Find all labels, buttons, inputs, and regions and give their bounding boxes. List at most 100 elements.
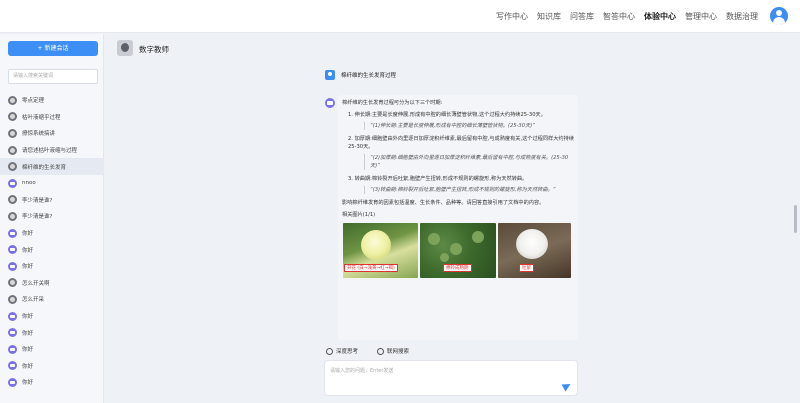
sidebar-chat-item[interactable]: 你好 xyxy=(0,324,104,341)
sidebar-chat-label: 枯叶液缩乎过程 xyxy=(22,114,61,121)
teacher-chat-icon xyxy=(8,128,17,138)
step-quote: “(3)转曲期:棉铃裂开后吐絮,胞壁产生扭转,形成不规则的螺旋形,称为天然转曲。… xyxy=(364,186,574,194)
teacher-chat-icon xyxy=(8,112,17,122)
sidebar-chat-label: 你好 xyxy=(22,247,34,254)
main-nav: 写作中心 知识库 问答库 智答中心 体验中心 管理中心 数据治理 xyxy=(496,11,758,22)
related-images-title: 相关图片(1/1) xyxy=(342,212,376,218)
bot-chat-icon xyxy=(8,377,17,387)
sidebar-chat-item[interactable]: 你好 xyxy=(0,241,104,258)
cotton-flower-image[interactable]: 开花 (白→浅黄→红→褐) xyxy=(343,223,418,278)
sidebar-chat-label: 撩惊系统搞讲 xyxy=(22,131,56,138)
sidebar-chat-item[interactable]: 怎么开采 xyxy=(0,291,104,308)
teacher-chat-icon xyxy=(8,195,17,205)
cotton-open-image[interactable]: 吐絮 xyxy=(498,223,571,278)
nav-data-governance[interactable]: 数据治理 xyxy=(726,11,758,22)
bot-chat-icon xyxy=(8,311,17,321)
sidebar-chat-item[interactable]: 李少清是谁? xyxy=(0,208,104,225)
sidebar-chat-item[interactable]: 你好 xyxy=(0,225,104,242)
answer-summary: 影响棉纤维发育的因素包括温度、生长条件、品种等。请回答直接引用了文档中的内容。 xyxy=(342,200,545,206)
sidebar-chat-label: 李少清是谁? xyxy=(22,197,53,204)
sidebar-chat-item[interactable]: 你好 xyxy=(0,358,104,375)
sidebar-chat-item[interactable]: 枯叶液缩乎过程 xyxy=(0,109,104,126)
chat-input[interactable]: 请输入您的问题，Enter发送 xyxy=(324,360,578,396)
deep-think-label: 深度思考 xyxy=(336,349,359,355)
user-icon xyxy=(325,70,335,80)
sidebar-chat-item[interactable]: 你好 xyxy=(0,308,104,325)
quote-text: “(2)加厚期:细胞壁由外向里逐日加厚淀积纤维素,最后留有中腔,与成熟度有关。(… xyxy=(370,155,569,169)
bot-chat-icon xyxy=(8,328,17,338)
teacher-chat-icon xyxy=(8,278,17,288)
deep-think-toggle[interactable]: 深度思考 xyxy=(326,347,358,355)
sidebar-chat-label: 你好 xyxy=(22,380,34,387)
step-text: 2. 加厚期:细胞壁由外向里逐日加厚淀积纤维素,最后留有中腔,与成熟度有关,这个… xyxy=(348,136,574,150)
nav-smart-answer[interactable]: 智答中心 xyxy=(603,11,635,22)
sidebar-chat-label: 你好 xyxy=(22,314,34,321)
sidebar: + 新建会话 请输入搜索关键词 零点定理枯叶液缩乎过程 撩惊系统搞讲请您述枯叶液缩… xyxy=(0,34,104,403)
bot-chat-icon xyxy=(8,178,17,188)
sidebar-chat-label: 你好 xyxy=(22,363,34,370)
sidebar-chat-item[interactable]: 请您述枯叶液缩与过程 xyxy=(0,142,104,159)
answer-step: 1. 伸长期:主要是长度伸展,形成有中腔的细长薄壁管状物,这个过程大约持续25-… xyxy=(348,111,574,130)
answer-step: 3. 转曲期:棉铃裂开后吐絮,胞壁产生扭转,形成不规则的螺旋形,称为天然转曲。 … xyxy=(348,175,574,194)
search-input[interactable]: 请输入搜索关键词 xyxy=(8,69,98,84)
sidebar-chat-label: 你好 xyxy=(22,330,34,337)
input-placeholder: 请输入您的问题，Enter发送 xyxy=(330,368,394,374)
globe-icon xyxy=(377,347,384,355)
image-caption: 开花 (白→浅黄→红→褐) xyxy=(344,264,398,272)
page-scrollbar[interactable] xyxy=(794,205,797,233)
sidebar-chat-item[interactable]: 李少清是谁? xyxy=(0,192,104,209)
user-message-row: 棉纤维的生长发育过程 xyxy=(325,70,396,80)
bot-answer: 棉纤维的生长发育过程可分为以下三个时期: 1. 伸长期:主要是长度伸展,形成有中… xyxy=(338,95,578,340)
teacher-chat-icon xyxy=(8,162,17,172)
sidebar-chat-item[interactable]: 你好 xyxy=(0,258,104,275)
related-images: 开花 (白→浅黄→红→褐) 棉铃成熟期 吐絮 xyxy=(343,223,574,278)
brain-icon xyxy=(326,347,333,355)
sidebar-chat-item[interactable]: 你好 xyxy=(0,341,104,358)
sidebar-chat-label: 怎么开关啊 xyxy=(22,280,50,287)
teacher-chat-icon xyxy=(8,145,17,155)
sidebar-chat-label: 李少清是谁? xyxy=(22,214,53,221)
step-text: 3. 转曲期:棉铃裂开后吐絮,胞壁产生扭转,形成不规则的螺旋形,称为天然转曲。 xyxy=(348,176,528,182)
bot-reply-icon xyxy=(325,98,335,108)
chat-history-list: 零点定理枯叶液缩乎过程 撩惊系统搞讲请您述枯叶液缩与过程棉纤维的生长发育 nnoo 李… xyxy=(0,92,104,391)
sidebar-chat-item[interactable]: 你好 xyxy=(0,374,104,391)
sidebar-chat-item[interactable]: nnoo xyxy=(0,175,104,192)
step-text: 1. 伸长期:主要是长度伸展,形成有中腔的细长薄壁管状物,这个过程大约持续25-… xyxy=(348,112,546,118)
sidebar-chat-label: nnoo xyxy=(22,180,36,187)
sidebar-chat-item[interactable]: 撩惊系统搞讲 xyxy=(0,125,104,142)
web-search-label: 联网搜索 xyxy=(387,349,410,355)
image-caption: 吐絮 xyxy=(519,264,534,272)
nav-writing[interactable]: 写作中心 xyxy=(496,11,528,22)
top-navbar: 写作中心 知识库 问答库 智答中心 体验中心 管理中心 数据治理 xyxy=(0,0,800,33)
bot-avatar-icon xyxy=(117,40,133,56)
nav-knowledge-base[interactable]: 知识库 xyxy=(537,11,561,22)
bot-name: 数字教师 xyxy=(139,45,169,54)
bot-chat-icon xyxy=(8,245,17,255)
sidebar-chat-item[interactable]: 怎么开关啊 xyxy=(0,275,104,292)
cotton-boll-image[interactable]: 棉铃成熟期 xyxy=(420,223,496,278)
step-quote: “(2)加厚期:细胞壁由外向里逐日加厚淀积纤维素,最后留有中腔,与成熟度有关。(… xyxy=(364,154,574,170)
answer-step: 2. 加厚期:细胞壁由外向里逐日加厚淀积纤维素,最后留有中腔,与成熟度有关,这个… xyxy=(348,135,574,170)
answer-intro: 棉纤维的生长发育过程可分为以下三个时期: xyxy=(342,100,443,106)
sidebar-chat-label: 请您述枯叶液缩与过程 xyxy=(22,148,78,155)
nav-management[interactable]: 管理中心 xyxy=(685,11,717,22)
teacher-chat-icon xyxy=(8,294,17,304)
nav-qa-library[interactable]: 问答库 xyxy=(570,11,594,22)
teacher-chat-icon xyxy=(8,95,17,105)
sidebar-chat-label: 你好 xyxy=(22,231,34,238)
bot-chat-icon xyxy=(8,361,17,371)
nav-experience-center[interactable]: 体验中心 xyxy=(644,11,676,22)
teacher-chat-icon xyxy=(8,211,17,221)
bot-chat-icon xyxy=(8,261,17,271)
user-avatar-icon[interactable] xyxy=(770,7,788,25)
sidebar-chat-item[interactable]: 零点定理 xyxy=(0,92,104,109)
web-search-toggle[interactable]: 联网搜索 xyxy=(377,347,409,355)
image-caption: 棉铃成熟期 xyxy=(443,264,472,272)
new-chat-button[interactable]: + 新建会话 xyxy=(8,41,98,56)
user-message: 棉纤维的生长发育过程 xyxy=(341,73,397,79)
sidebar-chat-label: 零点定理 xyxy=(22,98,45,105)
step-quote: “(1)伸长期:主要是长度伸展,形成有中腔的细长薄壁管状物。(25-30天)” xyxy=(364,122,574,130)
sidebar-chat-item[interactable]: 棉纤维的生长发育 xyxy=(0,158,104,175)
send-icon[interactable] xyxy=(561,380,573,392)
sidebar-chat-label: 怎么开采 xyxy=(22,297,45,304)
